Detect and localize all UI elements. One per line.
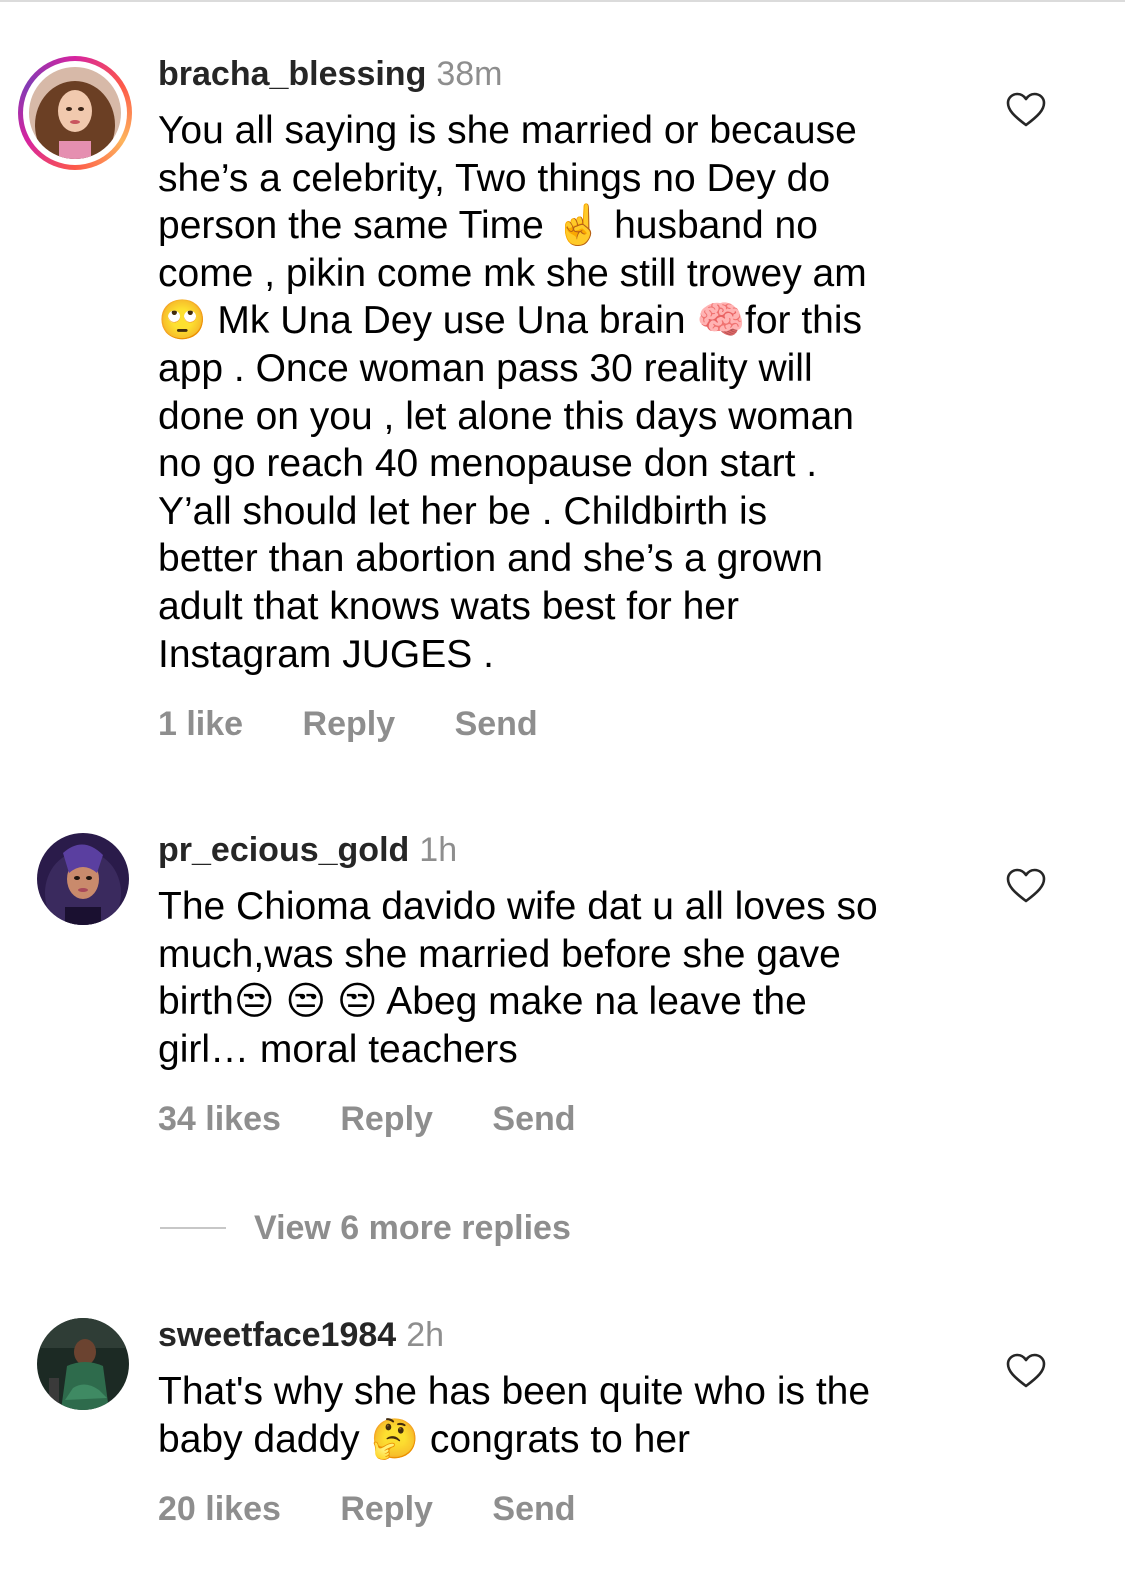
timestamp: 2h [406, 1316, 445, 1354]
username[interactable]: pr_ecious_gold [158, 831, 409, 869]
comment-line: Instagram JUGES . [158, 632, 494, 676]
reply-button[interactable]: Reply [303, 704, 396, 744]
comment-line: much,was she married before she gave [158, 932, 841, 976]
send-button[interactable]: Send [492, 1099, 575, 1139]
heart-outline-icon[interactable] [1006, 92, 1046, 128]
comment-line: Y’all should let her be . Childbirth is [158, 489, 768, 533]
avatar[interactable] [37, 1318, 129, 1410]
comment-line: 🙄 Mk Una Dey use Una brain 🧠for this [158, 299, 863, 343]
comment-text: You all saying is she married or because… [158, 107, 978, 678]
send-button[interactable]: Send [492, 1489, 575, 1529]
comment-line: she’s a celebrity, Two things no Dey do [158, 156, 831, 200]
comment-text: The Chioma davido wife dat u all loves s… [158, 883, 978, 1073]
username[interactable]: bracha_blessing [158, 55, 426, 93]
comment-line: girl… moral teachers [158, 1027, 518, 1071]
heart-outline-icon[interactable] [1006, 1353, 1046, 1389]
comment-line: adult that knows wats best for her [158, 584, 739, 628]
comment-header: sweetface1984 2h [158, 1315, 444, 1355]
send-button[interactable]: Send [455, 704, 538, 744]
view-more-replies-label: View 6 more replies [254, 1209, 571, 1247]
likes-count[interactable]: 1 like [158, 704, 243, 744]
comment-line: birth😒 😒 😒 Abeg make na leave the [158, 980, 807, 1024]
comment-line: no go reach 40 menopause don start . [158, 442, 818, 486]
comment-line: come , pikin come mk she still trowey am [158, 251, 867, 295]
comment-line: You all saying is she married or because [158, 109, 857, 152]
username[interactable]: sweetface1984 [158, 1316, 396, 1354]
comment-actions: 34 likes Reply Send [158, 1099, 576, 1139]
reply-button[interactable]: Reply [340, 1489, 433, 1529]
view-more-replies-button[interactable]: View 6 more replies [160, 1208, 760, 1248]
comment-header: bracha_blessing 38m [158, 54, 502, 94]
replies-divider [160, 1227, 226, 1229]
comment-line: That's why she has been quite who is the [158, 1370, 871, 1413]
comment-line: better than abortion and she’s a grown [158, 537, 823, 581]
comment-header: pr_ecious_gold 1h [158, 830, 457, 870]
timestamp: 38m [436, 55, 503, 93]
comment-text: That's why she has been quite who is the… [158, 1368, 978, 1463]
timestamp: 1h [419, 831, 458, 869]
comment-line: person the same Time ☝️ husband no [158, 204, 818, 248]
likes-count[interactable]: 20 likes [158, 1489, 281, 1529]
avatar [29, 67, 121, 159]
avatar[interactable] [37, 833, 129, 925]
comment-line: baby daddy 🤔 congrats to her [158, 1417, 691, 1461]
likes-count[interactable]: 34 likes [158, 1099, 281, 1139]
heart-outline-icon[interactable] [1006, 868, 1046, 904]
comment-line: The Chioma davido wife dat u all loves s… [158, 885, 878, 928]
comment-line: done on you , let alone this days woman [158, 394, 854, 438]
top-divider [0, 0, 1125, 2]
avatar-story-ring[interactable] [18, 56, 132, 170]
comment-line: app . Once woman pass 30 reality will [158, 346, 813, 390]
reply-button[interactable]: Reply [340, 1099, 433, 1139]
comment-actions: 20 likes Reply Send [158, 1489, 576, 1529]
comment-actions: 1 like Reply Send [158, 704, 538, 744]
